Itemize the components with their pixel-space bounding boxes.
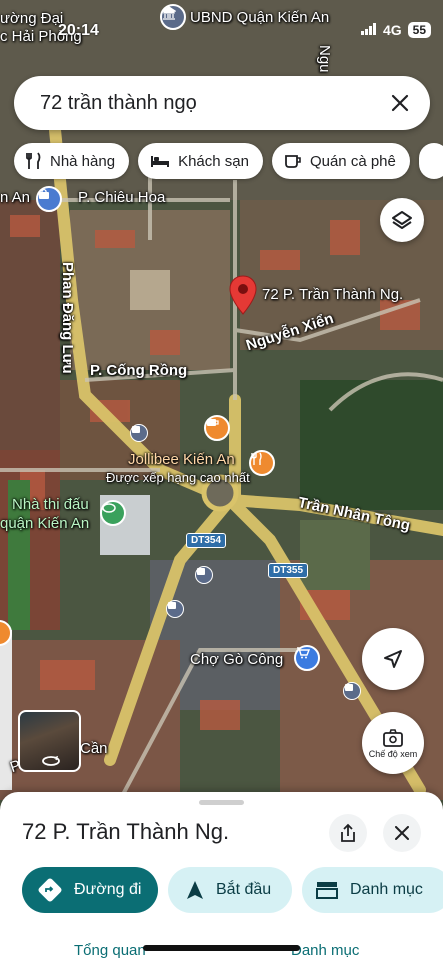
coffee-cup-icon — [285, 155, 301, 168]
chip-label: Quán cà phê — [309, 152, 396, 170]
restaurant-icon[interactable] — [249, 450, 275, 476]
road-shield: DT354 — [186, 533, 227, 548]
road-shield: DT355 — [268, 563, 309, 578]
chip-more[interactable] — [418, 143, 443, 179]
map-label: n An — [0, 189, 31, 206]
drag-handle[interactable] — [199, 800, 244, 805]
layers-icon — [392, 211, 412, 229]
map-label: Ngu — [316, 45, 333, 73]
map-label-ubnd[interactable]: UBND Quận Kiến An — [190, 9, 329, 26]
map-label-street: P. Chiêu Hoa — [78, 189, 166, 206]
chip-cafes[interactable]: Quán cà phê — [271, 143, 410, 179]
map-label: Cần — [80, 740, 108, 757]
action-buttons: Đường đi Bắt đầu Danh mục — [22, 867, 443, 913]
stadium-icon[interactable] — [100, 500, 126, 526]
map-label-street: P. Cống Rồng — [90, 362, 188, 379]
pin-label[interactable]: 72 P. Trần Thành Ng. — [262, 286, 403, 303]
close-icon — [395, 826, 409, 840]
network-type: 4G — [382, 22, 402, 38]
place-title: 72 P. Trần Thành Ng. — [22, 819, 230, 844]
map-label[interactable]: quận Kiến An — [0, 515, 89, 532]
chip-label: Khách sạn — [178, 152, 249, 170]
camera-rotate-icon — [383, 728, 403, 747]
search-input[interactable]: 72 trần thành ngọ — [40, 92, 384, 115]
bus-stop-icon[interactable] — [195, 566, 213, 584]
directions-label: Đường đi — [74, 881, 142, 898]
map-label-rating: Được xếp hạng cao nhất — [106, 470, 250, 485]
home-indicator[interactable] — [143, 945, 300, 951]
bed-icon — [151, 156, 170, 167]
chip-label: Nhà hàng — [50, 152, 116, 170]
bus-stop-icon[interactable] — [130, 424, 148, 442]
tab-overview[interactable]: Tổng quan — [74, 942, 146, 959]
directions-button[interactable]: Đường đi — [22, 867, 158, 913]
map-label: ường Đại — [0, 10, 64, 27]
coffee-icon[interactable] — [204, 415, 230, 441]
start-label: Bắt đầu — [216, 881, 272, 898]
list-icon — [316, 882, 338, 899]
bus-stop-icon[interactable] — [166, 600, 184, 618]
tab-list[interactable]: Danh mục — [291, 942, 359, 959]
layers-button[interactable] — [380, 198, 424, 242]
government-building-icon[interactable] — [160, 4, 186, 30]
close-icon[interactable] — [384, 87, 416, 119]
place-bottom-sheet[interactable]: 72 P. Trần Thành Ng. Đường đi Bắt đầu Da… — [0, 792, 443, 960]
save-list-button[interactable]: Danh mục — [302, 867, 443, 913]
start-button[interactable]: Bắt đầu — [168, 867, 292, 913]
list-label: Danh mục — [350, 881, 423, 898]
my-location-button[interactable] — [362, 628, 424, 690]
map-label[interactable]: Nhà thi đấu — [12, 496, 89, 513]
chip-restaurants[interactable]: Nhà hàng — [14, 143, 130, 179]
navigation-icon — [187, 881, 203, 899]
street-view-thumbnail[interactable] — [18, 710, 81, 772]
share-icon — [341, 823, 355, 842]
status-time: 20:14 — [58, 22, 99, 39]
street-view-mode-button[interactable]: Chế độ xem — [362, 712, 424, 774]
bus-stop-icon[interactable] — [343, 682, 361, 700]
close-sheet-button[interactable] — [383, 814, 421, 852]
map-label-street: Phan Đăng Lưu — [59, 262, 76, 374]
shopping-bag-icon[interactable] — [36, 186, 62, 212]
map-label-jollibee[interactable]: Jollibee Kiến An — [128, 451, 235, 468]
category-chips: Nhà hàng Khách sạn Quán cà phê — [14, 143, 443, 179]
fork-knife-icon — [26, 152, 41, 169]
directions-icon — [38, 878, 62, 902]
chip-hotels[interactable]: Khách sạn — [138, 143, 263, 179]
view-mode-label: Chế độ xem — [368, 748, 418, 759]
battery-icon: 55 — [407, 22, 431, 38]
status-indicators: 4G 55 — [360, 22, 431, 38]
navigation-arrow-icon — [384, 650, 402, 668]
map-label-market[interactable]: Chợ Gò Công — [190, 651, 283, 668]
search-bar[interactable]: 72 trần thành ngọ — [14, 76, 430, 130]
rotate-360-icon — [42, 755, 60, 766]
signal-icon — [360, 22, 377, 38]
share-button[interactable] — [329, 814, 367, 852]
shopping-cart-icon[interactable] — [294, 645, 320, 671]
